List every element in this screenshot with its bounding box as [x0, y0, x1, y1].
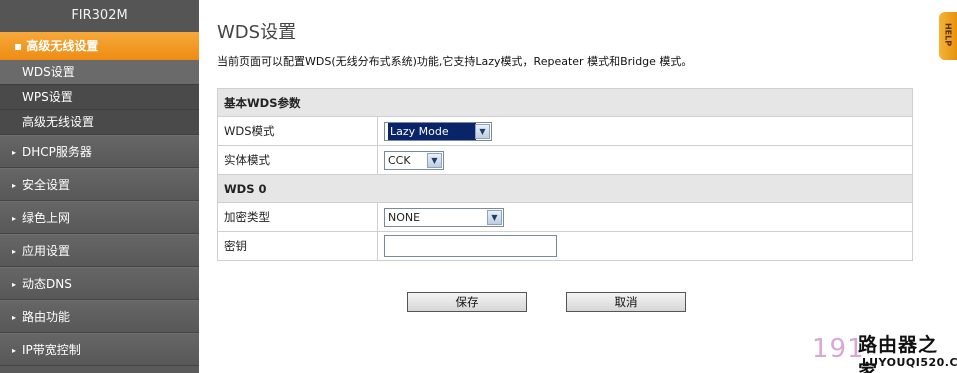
wds-mode-value: Lazy Mode [388, 122, 476, 140]
help-tab[interactable]: HELP [939, 12, 957, 60]
triangle-right-icon: ▸ [12, 148, 17, 157]
encrypt-type-label: 加密类型 [217, 202, 378, 232]
sidebar-item-label: 路由功能 [22, 310, 71, 324]
triangle-right-icon: ▸ [12, 346, 17, 355]
sidebar-item-label: 应用设置 [22, 244, 71, 258]
encrypt-type-select[interactable]: NONE ▼ [384, 207, 504, 227]
watermark-site-url: LUYOUQI520.COM [862, 356, 957, 369]
sidebar-item-bandwidth[interactable]: ▸ IP带宽控制 [0, 333, 199, 366]
sidebar-item-security[interactable]: ▸ 安全设置 [0, 168, 199, 201]
sidebar-item-label: 安全设置 [22, 178, 71, 192]
phy-mode-select[interactable]: CCK ▼ [384, 150, 444, 170]
sidebar-item-dhcp[interactable]: ▸ DHCP服务器 [0, 135, 199, 168]
cancel-button[interactable]: 取消 [566, 292, 686, 312]
phy-mode-label: 实体模式 [217, 145, 378, 175]
bullet-icon: ▪ [14, 39, 27, 53]
section-header-wds0: WDS 0 [217, 174, 913, 203]
sidebar-section-label: 高级无线设置 [26, 39, 99, 53]
key-input[interactable] [384, 235, 557, 257]
wds-mode-select[interactable]: Lazy Mode ▼ [384, 121, 492, 141]
sidebar-item-green-internet[interactable]: ▸ 绿色上网 [0, 201, 199, 234]
triangle-right-icon: ▸ [12, 280, 17, 289]
sidebar-item-label: 绿色上网 [22, 211, 71, 225]
key-label: 密钥 [217, 231, 378, 261]
section-header-basic: 基本WDS参数 [217, 88, 913, 117]
chevron-down-icon[interactable]: ▼ [427, 152, 442, 168]
triangle-right-icon: ▸ [12, 247, 17, 256]
sidebar-item-advanced-wireless[interactable]: 高级无线设置 [0, 110, 199, 135]
sidebar-section-advanced-wireless[interactable]: ▪ 高级无线设置 [0, 32, 199, 60]
sidebar-item-label: 动态DNS [22, 277, 72, 291]
sidebar: FIR302M ▪ 高级无线设置 WDS设置 WPS设置 高级无线设置 ▸ DHC… [0, 0, 199, 373]
main-content: WDS设置 当前页面可以配置WDS(无线分布式系统)功能,它支持Lazy模式，R… [199, 0, 957, 373]
help-label: HELP [943, 22, 953, 47]
triangle-right-icon: ▸ [12, 214, 17, 223]
sidebar-item-label: IP带宽控制 [22, 343, 81, 357]
encrypt-type-value: NONE [388, 210, 421, 224]
watermark-digits: 191 [812, 334, 865, 364]
sidebar-item-wds[interactable]: WDS设置 [0, 60, 199, 85]
triangle-right-icon: ▸ [12, 181, 17, 190]
phy-mode-value: CCK [388, 153, 411, 167]
sidebar-item-label: DHCP服务器 [22, 145, 92, 159]
save-button[interactable]: 保存 [407, 292, 527, 312]
triangle-right-icon: ▸ [12, 313, 17, 322]
chevron-down-icon[interactable]: ▼ [475, 123, 490, 139]
brand-model: FIR302M [0, 0, 199, 32]
sidebar-item-ddns[interactable]: ▸ 动态DNS [0, 267, 199, 300]
sidebar-item-applications[interactable]: ▸ 应用设置 [0, 234, 199, 267]
chevron-down-icon[interactable]: ▼ [487, 209, 502, 225]
page-description: 当前页面可以配置WDS(无线分布式系统)功能,它支持Lazy模式，Repeate… [217, 55, 693, 68]
sidebar-item-wps[interactable]: WPS设置 [0, 85, 199, 110]
page-title: WDS设置 [217, 22, 297, 43]
wds-mode-label: WDS模式 [217, 116, 378, 146]
sidebar-item-routing[interactable]: ▸ 路由功能 [0, 300, 199, 333]
wds-settings-table: 基本WDS参数 WDS模式 Lazy Mode ▼ 实体模式 CCK ▼ WDS… [217, 88, 913, 261]
